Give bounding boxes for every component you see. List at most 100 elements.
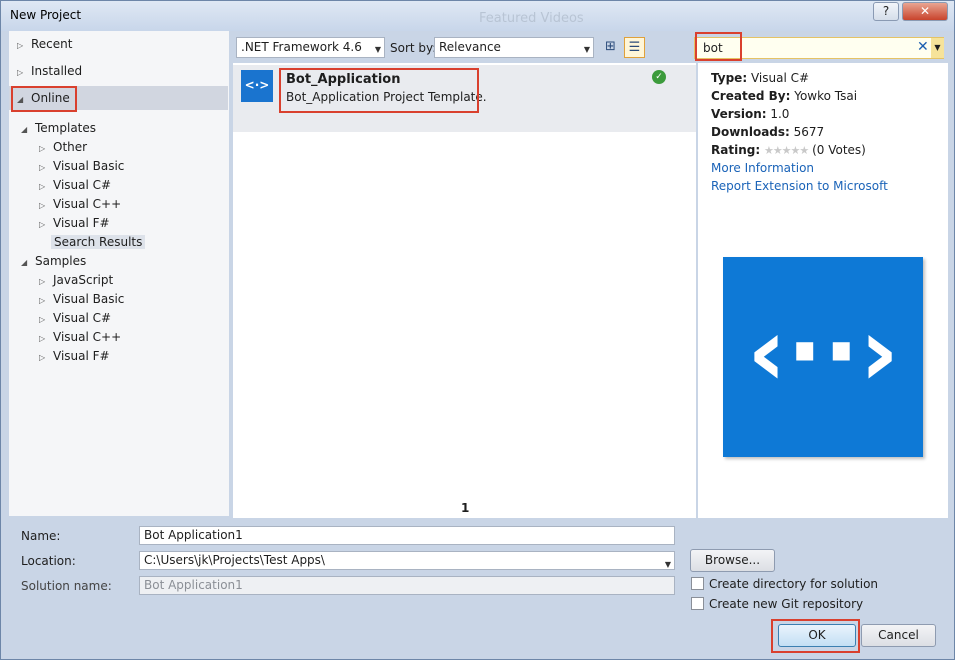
expand-arrow-icon: ▷ xyxy=(39,163,46,172)
list-view-button[interactable]: ☰ xyxy=(624,37,645,58)
expand-arrow-icon: ▷ xyxy=(39,277,46,286)
search-input[interactable]: bot ✕ ▼ xyxy=(694,37,944,59)
tree-item-samples-fsharp[interactable]: ▷ Visual F# xyxy=(39,347,110,366)
tree-item-search-results[interactable]: Search Results xyxy=(51,233,146,252)
detail-created-by: Created By: Yowko Tsai xyxy=(711,89,858,103)
window-title: New Project xyxy=(10,8,82,22)
expand-arrow-icon: ▷ xyxy=(39,296,46,305)
tree-item-label: Samples xyxy=(35,254,87,268)
expand-arrow-icon: ▷ xyxy=(39,144,46,153)
grid-icon: ⊞ xyxy=(605,39,616,54)
location-field[interactable]: C:\Users\jk\Projects\Test Apps\ ▼ xyxy=(139,551,675,570)
expand-arrow-icon: ▷ xyxy=(39,334,46,343)
tree-item-samples-vb[interactable]: ▷ Visual Basic xyxy=(39,290,124,309)
background-window-title: Featured Videos xyxy=(479,11,584,26)
tree-item-samples-csharp[interactable]: ▷ Visual C# xyxy=(39,309,111,328)
chevron-down-icon: ▼ xyxy=(374,45,381,54)
tree-item-samples-cpp[interactable]: ▷ Visual C++ xyxy=(39,328,121,347)
new-project-dialog: New Project Featured Videos ? ✕ ▷ Recent … xyxy=(0,0,955,660)
tree-item-label: Visual F# xyxy=(53,216,110,230)
tree-item-online[interactable]: ◢ Online xyxy=(9,86,228,110)
project-name-value: Bot Application1 xyxy=(144,528,243,542)
tree-item-label: Recent xyxy=(31,37,73,51)
tree-item-label: Templates xyxy=(35,121,97,135)
tree-item-templates-vb[interactable]: ▷ Visual Basic xyxy=(39,157,124,176)
create-directory-checkbox[interactable]: Create directory for solution xyxy=(691,577,878,591)
bot-logo-icon: ‹··› xyxy=(746,296,900,408)
report-extension-link[interactable]: Report Extension to Microsoft xyxy=(711,179,888,193)
expand-arrow-icon: ▷ xyxy=(17,68,24,77)
title-bar: New Project Featured Videos ? ✕ xyxy=(1,1,954,31)
template-preview-image: ‹··› xyxy=(723,257,923,457)
tree-item-templates-cpp[interactable]: ▷ Visual C++ xyxy=(39,195,121,214)
name-label: Name: xyxy=(21,529,61,543)
list-icon: ☰ xyxy=(628,40,641,55)
tree-item-label: Visual Basic xyxy=(53,159,125,173)
detail-downloads: Downloads: 5677 xyxy=(711,125,825,139)
project-name-field[interactable]: Bot Application1 xyxy=(139,526,675,545)
help-button[interactable]: ? xyxy=(873,2,899,21)
browse-button[interactable]: Browse... xyxy=(690,549,775,572)
tree-item-label: Visual C++ xyxy=(53,197,122,211)
tree-item-samples[interactable]: ◢ Samples xyxy=(21,252,86,271)
tree-item-label: Visual F# xyxy=(53,349,110,363)
small-icons-view-button[interactable]: ⊞ xyxy=(600,37,621,58)
sort-dropdown[interactable]: Relevance ▼ xyxy=(434,37,594,58)
cancel-button[interactable]: Cancel xyxy=(861,624,936,647)
framework-value: .NET Framework 4.6 xyxy=(241,40,362,54)
expand-arrow-icon: ▷ xyxy=(17,41,24,50)
template-name: Bot_Application xyxy=(286,72,401,87)
tree-item-label: Installed xyxy=(31,64,83,78)
template-list: <·> Bot_Application Bot_Application Proj… xyxy=(233,63,696,518)
tree-item-templates-csharp[interactable]: ▷ Visual C# xyxy=(39,176,111,195)
tree-item-templates-other[interactable]: ▷ Other xyxy=(39,138,87,157)
template-toolbar: .NET Framework 4.6 ▼ Sort by: Relevance … xyxy=(233,37,693,59)
collapse-arrow-icon: ◢ xyxy=(17,95,24,104)
more-information-link[interactable]: More Information xyxy=(711,161,814,175)
bot-template-icon: <·> xyxy=(241,70,273,102)
template-description: Bot_Application Project Template. xyxy=(286,90,487,104)
rating-stars-icon: ★★★★★ xyxy=(763,144,809,157)
checkbox-label: Create new Git repository xyxy=(709,597,864,611)
close-button[interactable]: ✕ xyxy=(902,2,948,21)
sort-by-label: Sort by: xyxy=(390,41,437,55)
template-details: Type: Visual C# Created By: Yowko Tsai V… xyxy=(698,63,948,518)
solution-name-field[interactable]: Bot Application1 xyxy=(139,576,675,595)
installed-check-icon: ✓ xyxy=(652,70,666,84)
detail-version: Version: 1.0 xyxy=(711,107,790,121)
search-input-value: bot xyxy=(703,41,723,55)
collapse-arrow-icon: ◢ xyxy=(21,258,28,267)
ok-button[interactable]: OK xyxy=(778,624,856,647)
tree-item-samples-js[interactable]: ▷ JavaScript xyxy=(39,271,113,290)
solution-name-value: Bot Application1 xyxy=(144,578,243,592)
tree-item-templates[interactable]: ◢ Templates xyxy=(21,119,96,138)
tree-item-label: Visual C# xyxy=(53,178,112,192)
page-number[interactable]: 1 xyxy=(461,501,469,515)
solution-name-label: Solution name: xyxy=(21,579,112,593)
create-git-checkbox[interactable]: Create new Git repository xyxy=(691,597,863,611)
tree-item-installed[interactable]: ▷ Installed xyxy=(17,62,217,81)
tree-item-recent[interactable]: ▷ Recent xyxy=(17,35,217,54)
checkbox-icon xyxy=(691,577,704,590)
checkbox-label: Create directory for solution xyxy=(709,577,879,591)
tree-item-label: Visual Basic xyxy=(53,292,125,306)
chevron-down-icon[interactable]: ▼ xyxy=(665,557,671,572)
search-options-dropdown[interactable]: ▼ xyxy=(931,38,944,58)
tree-item-label: JavaScript xyxy=(53,273,114,287)
tree-item-label: Visual C# xyxy=(53,311,112,325)
location-value: C:\Users\jk\Projects\Test Apps\ xyxy=(144,553,325,567)
expand-arrow-icon: ▷ xyxy=(39,182,46,191)
framework-dropdown[interactable]: .NET Framework 4.6 ▼ xyxy=(236,37,385,58)
checkbox-icon xyxy=(691,597,704,610)
detail-rating: Rating: ★★★★★ (0 Votes) xyxy=(711,143,866,157)
chevron-down-icon: ▼ xyxy=(583,45,590,54)
tree-item-templates-fsharp[interactable]: ▷ Visual F# xyxy=(39,214,110,233)
tree-item-label: Online xyxy=(31,91,70,105)
expand-arrow-icon: ▷ xyxy=(39,220,46,229)
template-list-item[interactable]: <·> Bot_Application Bot_Application Proj… xyxy=(233,65,696,132)
tree-item-label: Search Results xyxy=(51,235,146,249)
expand-arrow-icon: ▷ xyxy=(39,201,46,210)
clear-search-icon[interactable]: ✕ xyxy=(917,39,929,55)
expand-arrow-icon: ▷ xyxy=(39,315,46,324)
project-category-tree: ▷ Recent ▷ Installed ◢ Online ◢ Templates ▷ O… xyxy=(9,31,229,516)
